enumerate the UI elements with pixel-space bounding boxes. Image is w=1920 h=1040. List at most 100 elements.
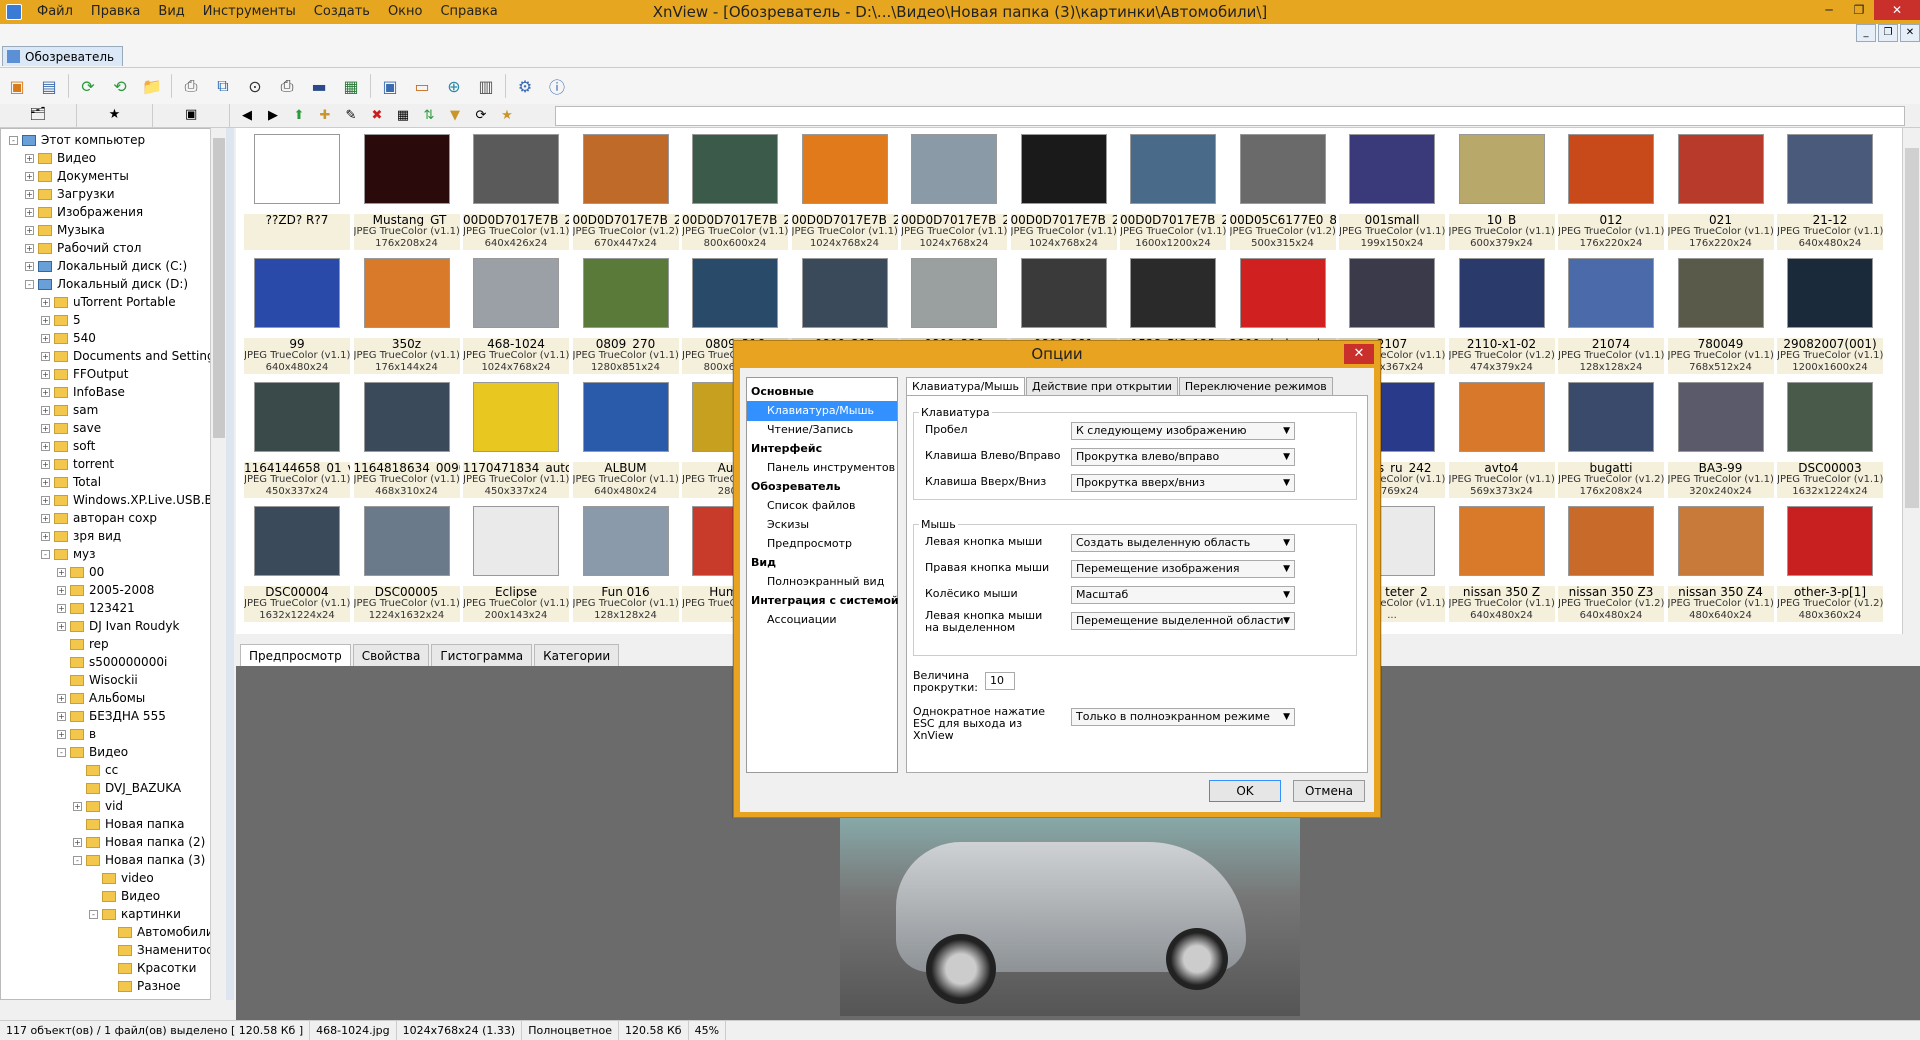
thumbnail-item[interactable]: 00D0D7017E7B_2...JPEG TrueColor (v1.1)10… [901,130,1007,250]
thumbnail-item[interactable]: 001small JPEG TrueColor (v1.1) 199x150x24 [1339,130,1445,250]
thumbnail-item[interactable]: 00D0D7017E7B_2...JPEG TrueColor (v1.1)10… [791,130,898,250]
tree-item[interactable]: +123421 [57,599,135,617]
thumbnail-item[interactable]: ??ZD? R?7 [244,130,350,250]
tree-item[interactable]: - Видео [57,743,128,761]
tree-item[interactable]: + Рабочий стол [25,239,141,257]
tree-item[interactable]: + в [57,725,96,743]
expand-icon[interactable]: + [25,172,34,181]
thumbnail-item[interactable]: 00D0D7017E7B_2...JPEG TrueColor (v1.2)67… [572,130,679,250]
tree-item[interactable]: - Этот компьютер [9,131,145,149]
thumbnail-item[interactable]: 780049 JPEG TrueColor (v1.1) 768x512x24 [1667,254,1774,374]
collapse-icon[interactable]: - [9,136,18,145]
options-nav-category[interactable]: Интеграция с системой [747,591,899,611]
tab-open-action[interactable]: Действие при открытии [1026,377,1178,395]
expand-icon[interactable]: + [25,262,34,271]
tree-scrollbar[interactable] [210,128,226,1000]
tree-item[interactable]: Wisockii [57,671,138,689]
collapse-icon[interactable]: - [25,280,34,289]
thumbnail-item[interactable]: 00D0D7017E7B_2...JPEG TrueColor (v1.1)80… [682,130,788,250]
tree-item[interactable]: - Локальный диск (D:) [25,275,188,293]
categories-tab-icon[interactable]: ▣ [153,104,231,128]
left-click-select[interactable]: Создать выделенную область ▼ [1071,534,1295,552]
expand-icon[interactable]: + [41,316,50,325]
expand-icon[interactable]: + [57,568,66,577]
collapse-icon[interactable]: - [89,910,98,919]
tree-item[interactable]: Автомобили [105,923,214,941]
thumbnail-item[interactable]: 2110-x1-02 JPEG TrueColor (v1.2) 474x379x2… [1448,254,1555,374]
expand-icon[interactable]: + [25,190,34,199]
space-select[interactable]: К следующему изображению ▼ [1071,422,1295,440]
tree-item[interactable]: + зря вид [41,527,121,545]
tree-item[interactable]: + soft [41,437,95,455]
tree-item[interactable]: + Локальный диск (C:) [25,257,187,275]
thumbnail-item[interactable]: 1170471834_auto...JPEG TrueColor (v1.1)4… [463,378,569,498]
tree-item[interactable]: +2005-2008 [57,581,154,599]
thumbnail-item[interactable]: nissan 350 Z3 JPEG TrueColor (v1.2) 640x48… [1558,502,1664,622]
refresh-all-icon[interactable]: ⟲ [107,73,133,99]
tree-item[interactable]: cc [73,761,118,779]
thumbnail-item[interactable]: Eclipse JPEG TrueColor (v1.1) 200x143x24 [463,502,569,622]
tab-keyboard-mouse[interactable]: Клавиатура/Мышь [906,377,1026,396]
thumbnail-item[interactable]: avto4 JPEG TrueColor (v1.1) 569x373x24 [1448,378,1555,498]
thumbnail-item[interactable]: 00D0D7017E7B_2...JPEG TrueColor (v1.1)16… [1120,130,1226,250]
expand-icon[interactable]: + [25,244,34,253]
tree-item[interactable]: + Windows.XP.Live.USB.BI [41,491,216,509]
binoculars-icon[interactable]: ⊙ [242,73,268,99]
view-mode-icon[interactable]: ▦ [392,106,414,126]
options-nav-item[interactable]: Полноэкранный вид [747,572,897,592]
forward-icon[interactable]: ▶ [262,106,284,126]
tree-item[interactable]: - Новая папка (3) [73,851,205,869]
thumbnail-item[interactable]: 00D05C6177E0_8...JPEG TrueColor (v1.2)50… [1229,130,1336,250]
tab-properties[interactable]: Свойства [352,644,430,666]
tree-item[interactable]: Видео [89,887,160,905]
rename-icon[interactable]: ✎ [340,106,362,126]
expand-icon[interactable]: + [25,154,34,163]
ok-button[interactable]: OK [1209,780,1281,802]
tree-item[interactable]: + БЕЗДНА 555 [57,707,166,725]
options-nav-item[interactable]: Эскизы [747,515,897,535]
expand-icon[interactable]: + [57,712,66,721]
scroll-amount-input[interactable]: 10 [985,672,1015,690]
tree-item[interactable]: + Документы [25,167,129,185]
thumbnail-item[interactable]: bugatti JPEG TrueColor (v1.2) 176x208x24 [1558,378,1664,498]
expand-icon[interactable]: + [57,622,66,631]
expand-icon[interactable]: + [41,334,50,343]
tree-item[interactable]: rep [57,635,109,653]
thumbnail-item[interactable]: 012 JPEG TrueColor (v1.1) 176x220x24 [1558,130,1664,250]
thumbnail-item[interactable]: other-3-p[1] JPEG TrueColor (v1.2) 480x360… [1777,502,1883,622]
minimize-button[interactable]: ─ [1814,0,1844,20]
tree-item[interactable]: + InfoBase [41,383,125,401]
tab-histogram[interactable]: Гистограмма [431,644,533,666]
tree-item[interactable]: Новая папка [73,815,184,833]
favorites-tab-icon[interactable]: ★ [77,104,154,128]
open-icon[interactable]: ▣ [4,73,30,99]
options-nav-category[interactable]: Интерфейс [747,439,897,459]
expand-icon[interactable]: + [57,586,66,595]
tree-item[interactable]: DVJ_BAZUKA [73,779,181,797]
refresh-icon[interactable]: ⟳ [75,73,101,99]
options-nav-category[interactable]: Вид [747,553,897,573]
expand-icon[interactable]: + [41,370,50,379]
thumbnail-item[interactable]: nissan 350 Z JPEG TrueColor (v1.1) 640x480… [1448,502,1555,622]
tree-item[interactable]: + FFOutput [41,365,129,383]
wheel-select[interactable]: Масштаб ▼ [1071,586,1295,604]
options-nav-item[interactable]: Список файлов [747,496,897,516]
tree-item[interactable]: + save [41,419,101,437]
grid-scrollbar[interactable] [1902,128,1920,634]
expand-icon[interactable]: + [25,226,34,235]
expand-icon[interactable]: + [41,352,50,361]
tree-item[interactable]: +00 [57,563,104,581]
collapse-icon[interactable]: - [57,748,66,757]
options-nav-item[interactable]: Предпросмотр [747,534,897,554]
expand-icon[interactable]: + [41,514,50,523]
back-icon[interactable]: ◀ [236,106,258,126]
mdi-close-button[interactable]: ✕ [1900,24,1920,42]
tree-item[interactable]: + sam [41,401,98,419]
thumbnail-item[interactable]: 468-1024 JPEG TrueColor (v1.1) 1024x768x24 [463,254,569,374]
expand-icon[interactable]: + [41,496,50,505]
web-icon[interactable]: ⊕ [441,73,467,99]
options-nav-category[interactable]: Обозреватель [747,477,897,497]
left-click-selection-select[interactable]: Перемещение выделенной области ▼ [1071,612,1295,630]
tree-item[interactable]: +5 [41,311,81,329]
close-button[interactable]: ✕ [1874,0,1920,20]
